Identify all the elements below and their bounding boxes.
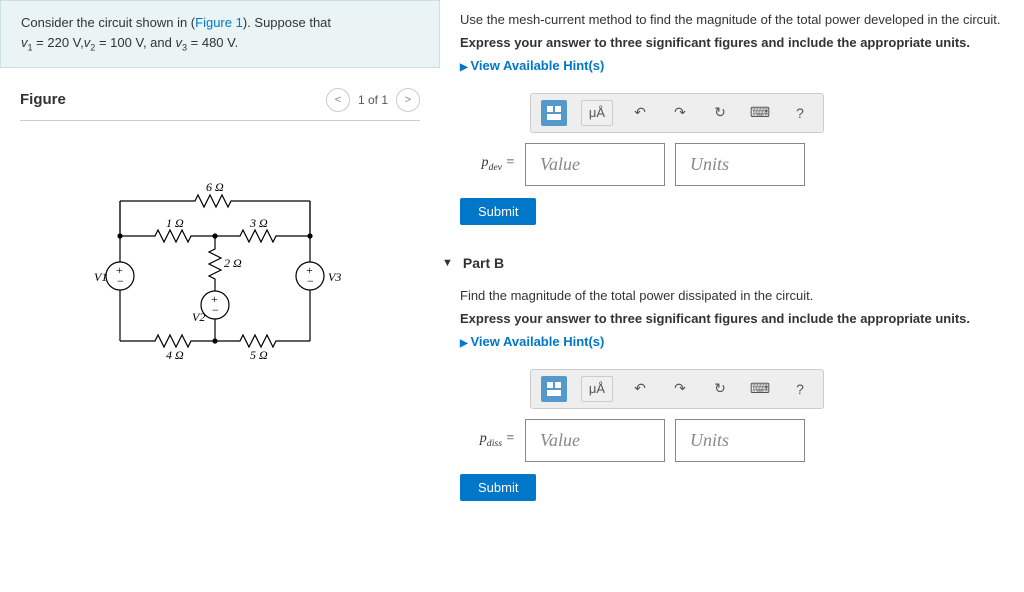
part-b-hints-link[interactable]: View Available Hint(s) (460, 334, 1004, 349)
svg-text:−: − (212, 303, 219, 317)
help-icon[interactable]: ? (787, 100, 813, 126)
part-b-submit-button[interactable]: Submit (460, 474, 536, 501)
figure-header: Figure < 1 of 1 > (20, 88, 420, 121)
part-a-hints-link[interactable]: View Available Hint(s) (460, 58, 1004, 73)
templates-icon[interactable] (541, 376, 567, 402)
part-b-instruction: Express your answer to three significant… (460, 311, 1004, 326)
templates-icon[interactable] (541, 100, 567, 126)
figure-prev-button[interactable]: < (326, 88, 350, 112)
figure-next-button[interactable]: > (396, 88, 420, 112)
svg-text:V1: V1 (94, 270, 107, 284)
svg-text:V3: V3 (328, 270, 341, 284)
part-a-instruction: Express your answer to three significant… (460, 35, 1004, 50)
undo-icon[interactable]: ↶ (627, 376, 653, 402)
svg-text:3 Ω: 3 Ω (249, 216, 268, 230)
figure-nav: < 1 of 1 > (326, 88, 420, 112)
part-a-units-input[interactable]: Units (675, 143, 805, 186)
svg-text:V2: V2 (192, 310, 205, 324)
svg-text:5 Ω: 5 Ω (250, 348, 268, 361)
part-a-submit-button[interactable]: Submit (460, 198, 536, 225)
figure-title: Figure (20, 91, 66, 108)
svg-text:2 Ω: 2 Ω (224, 256, 242, 270)
help-icon[interactable]: ? (787, 376, 813, 402)
svg-text:1 Ω: 1 Ω (166, 216, 184, 230)
undo-icon[interactable]: ↶ (627, 100, 653, 126)
greek-icon[interactable]: μÅ (581, 376, 613, 402)
keyboard-icon[interactable]: ⌨ (747, 376, 773, 402)
part-b-value-input[interactable]: Value (525, 419, 665, 462)
part-b-header[interactable]: ▼ Part B (442, 255, 1004, 271)
part-b-prompt: Find the magnitude of the total power di… (460, 286, 1004, 307)
part-b-section: Find the magnitude of the total power di… (460, 286, 1004, 501)
svg-text:4 Ω: 4 Ω (166, 348, 184, 361)
part-b-var-label: pdiss = (460, 431, 515, 449)
reset-icon[interactable]: ↻ (707, 376, 733, 402)
part-b-units-input[interactable]: Units (675, 419, 805, 462)
part-a-value-input[interactable]: Value (525, 143, 665, 186)
greek-icon[interactable]: μÅ (581, 100, 613, 126)
part-b-title: Part B (463, 255, 504, 271)
figure-link[interactable]: Figure 1 (195, 15, 243, 30)
part-b-toolbar: μÅ ↶ ↷ ↻ ⌨ ? (530, 369, 824, 409)
svg-text:6 Ω: 6 Ω (206, 180, 224, 194)
problem-statement: Consider the circuit shown in (Figure 1)… (0, 0, 440, 68)
svg-text:−: − (307, 274, 314, 288)
reset-icon[interactable]: ↻ (707, 100, 733, 126)
problem-text: Consider the circuit shown in ( (21, 15, 195, 30)
redo-icon[interactable]: ↷ (667, 376, 693, 402)
figure-counter: 1 of 1 (358, 93, 388, 107)
circuit-diagram: 6 Ω 1 Ω 3 Ω 2 Ω 4 Ω 5 Ω V1 V2 V3 + − + −… (20, 151, 420, 381)
collapse-icon[interactable]: ▼ (442, 257, 453, 269)
part-a-toolbar: μÅ ↶ ↷ ↻ ⌨ ? (530, 93, 824, 133)
part-a-prompt: Use the mesh-current method to find the … (460, 10, 1004, 31)
part-a-section: Use the mesh-current method to find the … (460, 10, 1004, 225)
keyboard-icon[interactable]: ⌨ (747, 100, 773, 126)
part-a-var-label: pdev = (460, 155, 515, 173)
svg-text:−: − (117, 274, 124, 288)
redo-icon[interactable]: ↷ (667, 100, 693, 126)
